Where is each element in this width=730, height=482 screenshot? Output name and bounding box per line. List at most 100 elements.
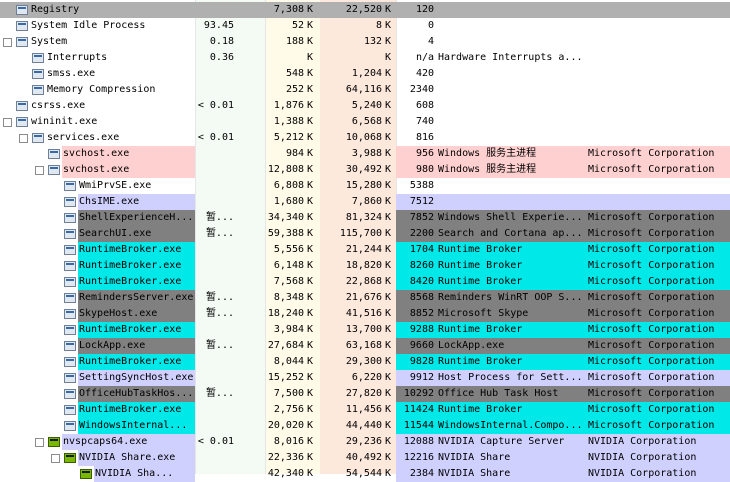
tree-collapse-toggle[interactable] xyxy=(19,134,28,143)
process-row[interactable]: Registry 7,308 K 22,520 K 120 xyxy=(0,2,730,18)
process-row[interactable]: RuntimeBroker.exe 7,568 K 22,868 K 8420 Runtim… xyxy=(0,274,730,290)
process-row[interactable]: Interrupts 0.36 K Kn/a Hardware Interrupts a… xyxy=(0,50,730,66)
company-value: Microsoft Corporation xyxy=(588,388,715,399)
process-row[interactable]: System 0.18 188 K 132 K 4 xyxy=(0,34,730,50)
cpu-value: 暂... xyxy=(205,212,234,223)
private-bytes-value: 1,876 xyxy=(273,100,304,111)
process-tree-table: Registry 7,308 K 22,520 K 120 System Idle Proc… xyxy=(0,0,730,482)
process-row[interactable]: RuntimeBroker.exe 6,148 K 18,820 K 8260 Runtim… xyxy=(0,258,730,274)
process-name: RuntimeBroker.exe xyxy=(79,244,182,255)
process-row[interactable]: RuntimeBroker.exe 3,984 K 13,700 K 9288 Runtim… xyxy=(0,322,730,338)
process-window-icon xyxy=(64,181,76,191)
working-set-value: 22,868 xyxy=(345,276,382,287)
company-value: Microsoft Corporation xyxy=(588,372,715,383)
process-row[interactable]: RemindersServer.exe 暂... 8,348 K 21,676 K 8568… xyxy=(0,290,730,306)
description-value: Microsoft Skype xyxy=(438,308,529,319)
company-value: NVIDIA Corporation xyxy=(588,468,697,479)
cpu-value: < 0.01 xyxy=(197,436,234,447)
pid-value: 11544 xyxy=(403,420,434,431)
process-row[interactable]: RuntimeBroker.exe 8,044 K 29,300 K 9828 Runtim… xyxy=(0,354,730,370)
working-set-value: 5,240 xyxy=(351,100,382,111)
process-name: SearchUI.exe xyxy=(79,228,152,239)
tree-collapse-toggle[interactable] xyxy=(51,454,60,463)
cpu-value: 93.45 xyxy=(203,20,234,31)
process-row[interactable]: nvspcaps64.exe < 0.01 8,016 K 29,236 K 12088 NV… xyxy=(0,434,730,450)
company-value: Microsoft Corporation xyxy=(588,148,715,159)
process-row[interactable]: LockApp.exe 暂... 27,684 K 63,168 K 9660 LockApp… xyxy=(0,338,730,354)
process-row[interactable]: RuntimeBroker.exe 2,756 K 11,456 K 11424 Runti… xyxy=(0,402,730,418)
tree-collapse-toggle[interactable] xyxy=(3,38,12,47)
working-set-unit: K xyxy=(385,404,392,415)
company-value: Microsoft Corporation xyxy=(588,244,715,255)
process-name: RuntimeBroker.exe xyxy=(79,404,182,415)
description-value: Runtime Broker xyxy=(438,244,523,255)
process-row[interactable]: WmiPrvSE.exe 6,808 K 15,280 K 5388 xyxy=(0,178,730,194)
tree-collapse-toggle[interactable] xyxy=(3,118,12,127)
process-row[interactable]: RuntimeBroker.exe 5,556 K 21,244 K 1704 Runtim… xyxy=(0,242,730,258)
company-value xyxy=(588,18,728,34)
private-bytes-unit: K xyxy=(307,404,314,415)
process-row[interactable]: smss.exe 548 K 1,204 K 420 xyxy=(0,66,730,82)
company-value: Microsoft Corporation xyxy=(588,356,715,367)
working-set-value: 54,544 xyxy=(345,468,382,479)
process-row[interactable]: OfficeHubTaskHos... 暂... 7,500 K 27,820 K 1029… xyxy=(0,386,730,402)
pid-value: 7852 xyxy=(409,212,434,223)
working-set-value: 30,492 xyxy=(345,164,382,175)
process-row[interactable]: services.exe < 0.01 5,212 K 10,068 K 816 xyxy=(0,130,730,146)
process-row[interactable]: Memory Compression 252 K 64,116 K 2340 xyxy=(0,82,730,98)
process-row[interactable]: ChsIME.exe 1,680 K 7,860 K 7512 xyxy=(0,194,730,210)
cpu-value: 0.18 xyxy=(209,36,234,47)
working-set-value: 6,220 xyxy=(351,372,382,383)
cpu-value: 暂... xyxy=(205,228,234,239)
company-value: Microsoft Corporation xyxy=(588,404,715,415)
process-name: smss.exe xyxy=(47,68,96,79)
company-value: Microsoft Corporation xyxy=(588,340,715,351)
company-value xyxy=(588,178,728,194)
pid-value: 5388 xyxy=(409,180,434,191)
process-row[interactable]: NVIDIA Sha... 42,340 K 54,544 K 2384 NVIDIA Sh… xyxy=(0,466,730,482)
working-set-unit: K xyxy=(385,84,392,95)
private-bytes-unit: K xyxy=(307,36,314,47)
private-bytes-value: 6,808 xyxy=(273,180,304,191)
process-window-icon xyxy=(64,357,76,367)
description-value xyxy=(438,130,586,146)
private-bytes-unit: K xyxy=(307,20,314,31)
working-set-unit: K xyxy=(385,4,392,15)
private-bytes-unit: K xyxy=(307,260,314,271)
process-name: RuntimeBroker.exe xyxy=(79,260,182,271)
working-set-value: 21,676 xyxy=(345,292,382,303)
process-row[interactable]: csrss.exe < 0.01 1,876 K 5,240 K 608 xyxy=(0,98,730,114)
pid-value: 0 xyxy=(427,20,434,31)
description-value: Runtime Broker xyxy=(438,356,523,367)
private-bytes-value: 2,756 xyxy=(273,404,304,415)
description-value: Office Hub Task Host xyxy=(438,388,559,399)
cpu-value: 暂... xyxy=(205,388,234,399)
working-set-unit: K xyxy=(385,388,392,399)
description-value: WindowsInternal.Compo... xyxy=(438,420,583,431)
process-row[interactable]: System Idle Process 93.45 52 K 8 K 0 xyxy=(0,18,730,34)
working-set-unit: K xyxy=(385,52,392,63)
tree-collapse-toggle[interactable] xyxy=(35,166,44,175)
working-set-value: 7,860 xyxy=(351,196,382,207)
pid-value: 956 xyxy=(415,148,434,159)
process-name: NVIDIA Sha... xyxy=(95,468,174,479)
tree-collapse-toggle[interactable] xyxy=(35,438,44,447)
process-window-icon xyxy=(16,21,28,31)
process-row[interactable]: SkypeHost.exe 暂... 18,240 K 41,516 K 8852 Micro… xyxy=(0,306,730,322)
process-row[interactable]: WindowsInternal... 20,020 K 44,440 K 11544 Win… xyxy=(0,418,730,434)
pid-value: 9288 xyxy=(409,324,434,335)
process-name: LockApp.exe xyxy=(79,340,146,351)
process-row[interactable]: SettingSyncHost.exe 15,252 K 6,220 K 9912 Host… xyxy=(0,370,730,386)
process-row[interactable]: svchost.exe 12,808 K 30,492 K 980 Windows 服务主进… xyxy=(0,162,730,178)
process-row[interactable]: ShellExperienceH... 暂... 34,340 K 81,324 K 785… xyxy=(0,210,730,226)
private-bytes-value: 52 xyxy=(291,20,304,31)
process-row[interactable]: svchost.exe 984 K 3,988 K 956 Windows 服务主进程 Mic… xyxy=(0,146,730,162)
private-bytes-unit: K xyxy=(307,164,314,175)
cpu-value: < 0.01 xyxy=(197,100,234,111)
pid-value: 8852 xyxy=(409,308,434,319)
private-bytes-unit: K xyxy=(307,100,314,111)
process-row[interactable]: NVIDIA Share.exe 22,336 K 40,492 K 12216 NVIDI… xyxy=(0,450,730,466)
private-bytes-value: 18,240 xyxy=(267,308,304,319)
process-row[interactable]: SearchUI.exe 暂... 59,388 K 115,700 K 2200 Searc… xyxy=(0,226,730,242)
process-row[interactable]: wininit.exe 1,388 K 6,568 K 740 xyxy=(0,114,730,130)
